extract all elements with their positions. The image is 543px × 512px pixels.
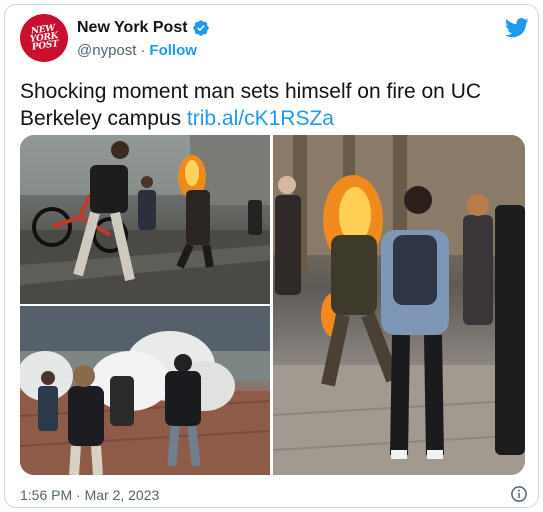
author-handle-row: @nypost · Follow (77, 42, 197, 59)
info-icon[interactable] (510, 485, 528, 503)
tweet-timestamp[interactable]: 1:56 PM · Mar 2, 2023 (20, 487, 159, 503)
author-handle[interactable]: @nypost (77, 42, 136, 59)
media-image-right[interactable] (273, 135, 525, 475)
tweet-text: Shocking moment man sets himself on fire… (20, 78, 520, 132)
follow-button[interactable]: Follow (149, 42, 197, 59)
scene-plaza-smoke (20, 306, 270, 475)
scene-street-fire (20, 135, 270, 304)
twitter-bird-icon[interactable] (505, 18, 529, 38)
media-grid (20, 135, 525, 475)
separator-dot: · (140, 42, 146, 59)
media-image-bottom-left[interactable] (20, 306, 270, 475)
tweet-link[interactable]: trib.al/cK1RSZa (187, 107, 334, 130)
author-display-name[interactable]: New York Post (77, 19, 188, 37)
author-name-row: New York Post (77, 19, 210, 37)
scene-campus-fire (273, 135, 525, 475)
media-image-top-left[interactable] (20, 135, 270, 304)
avatar[interactable]: NEW YORK POST (20, 14, 68, 62)
nypost-logo: NEW YORK POST (29, 23, 59, 53)
verified-badge-icon (192, 20, 209, 36)
